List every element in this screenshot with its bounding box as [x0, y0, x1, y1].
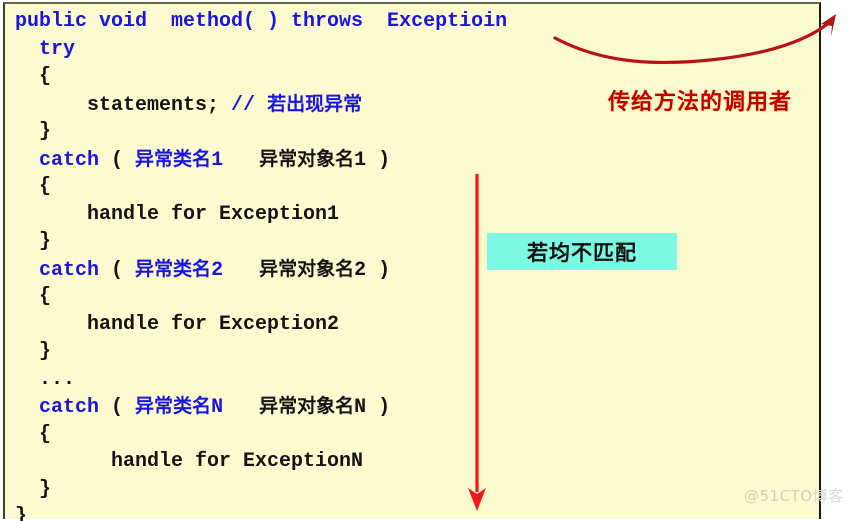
- line-catch-1-part-0: catch: [39, 148, 100, 172]
- line-catchn-close-brace-part-0: }: [39, 477, 52, 501]
- line-catch-1-part-4: [223, 149, 259, 172]
- line-handle-2-part-0: handle for Exception2: [87, 312, 340, 336]
- watermark: @51CTO博客: [744, 485, 844, 506]
- line-handle-n: handle for ExceptionN: [15, 448, 815, 476]
- line-handle-1-part-0: handle for Exception1: [87, 202, 340, 226]
- line-catch-2-part-6: 2 ): [354, 258, 391, 282]
- line-catch-n-part-3: N: [211, 396, 224, 419]
- line-catch-1-part-3: 1: [211, 148, 224, 172]
- line-try-close-brace: }: [15, 118, 815, 146]
- line-handle-2: handle for Exception2: [15, 311, 815, 339]
- line-signature: public void method( ) throws Exceptioin: [15, 8, 815, 36]
- line-catchn-open-brace-part-0: {: [39, 422, 52, 446]
- line-ellipsis-part-0: ...: [39, 367, 76, 391]
- line-catch-2-part-3: 2: [211, 258, 224, 282]
- line-statements-part-0: statements;: [87, 93, 232, 117]
- watermark-suffix: 博客: [812, 487, 844, 505]
- line-try-close-brace-part-0: }: [39, 120, 52, 143]
- line-catch-1: catch ( 异常类名1 异常对象名1 ): [15, 146, 815, 174]
- line-catch2-open-brace-part-0: {: [39, 285, 52, 308]
- callout-no-match: 若均不匹配: [487, 233, 677, 270]
- line-catch-n-part-4: [223, 396, 259, 419]
- line-method-close-brace: }: [15, 503, 815, 521]
- line-catch1-close-brace: }: [15, 228, 815, 256]
- line-catch-n-part-1: (: [99, 396, 136, 419]
- slide-image: public void method( ) throws Exceptioin …: [0, 0, 859, 521]
- line-handle-1: handle for Exception1: [15, 201, 815, 229]
- line-catch-n-part-0: catch: [39, 396, 100, 419]
- line-ellipsis: ...: [15, 366, 815, 394]
- line-catch-2-part-4: [223, 259, 259, 282]
- line-try-open-brace-part-0: {: [39, 65, 52, 88]
- line-catch2-close-brace-part-0: }: [39, 340, 52, 363]
- line-catch-n: catch ( 异常类名N 异常对象名N ): [15, 393, 815, 421]
- line-catch1-open-brace: {: [15, 173, 815, 201]
- line-catch-2-part-2: 异常类名: [135, 257, 212, 280]
- line-catch-n-part-6: N ): [354, 396, 391, 419]
- line-statements-part-1: //: [231, 93, 268, 117]
- line-catchn-open-brace: {: [15, 421, 815, 449]
- line-statements-part-2: 若出现异常: [267, 92, 363, 115]
- line-catch-1-part-6: 1 ): [354, 148, 391, 172]
- annotation-caller-note: 传给方法的调用者: [608, 90, 793, 115]
- line-try-part-0: try: [39, 37, 76, 61]
- code-panel: public void method( ) throws Exceptioin …: [3, 2, 821, 521]
- watermark-prefix: @51CTO: [744, 487, 813, 505]
- line-catch-n-part-5: 异常对象名: [259, 395, 355, 417]
- line-catch-1-part-1: (: [99, 148, 136, 172]
- line-catch-1-part-2: 异常类名: [135, 147, 212, 170]
- line-handle-n-part-0: handle for ExceptionN: [111, 450, 364, 473]
- line-catch-2-part-5: 异常对象名: [259, 257, 355, 280]
- line-catch1-close-brace-part-0: }: [39, 230, 52, 253]
- line-catchn-close-brace: }: [15, 476, 815, 504]
- line-catch-2-part-1: (: [99, 258, 136, 282]
- line-method-close-brace-part-0: }: [15, 505, 28, 521]
- line-signature-part-0: public void method( ) throws Exceptioin: [15, 10, 508, 33]
- line-catch2-close-brace: }: [15, 338, 815, 366]
- line-catch-2-part-0: catch: [39, 258, 100, 282]
- line-catch1-open-brace-part-0: {: [39, 175, 52, 198]
- line-try: try: [15, 36, 815, 64]
- line-catch-n-part-2: 异常类名: [135, 395, 212, 417]
- line-catch-1-part-5: 异常对象名: [259, 147, 355, 170]
- line-catch-2: catch ( 异常类名2 异常对象名2 ): [15, 256, 815, 284]
- line-catch2-open-brace: {: [15, 283, 815, 311]
- callout-no-match-label: 若均不匹配: [527, 240, 637, 265]
